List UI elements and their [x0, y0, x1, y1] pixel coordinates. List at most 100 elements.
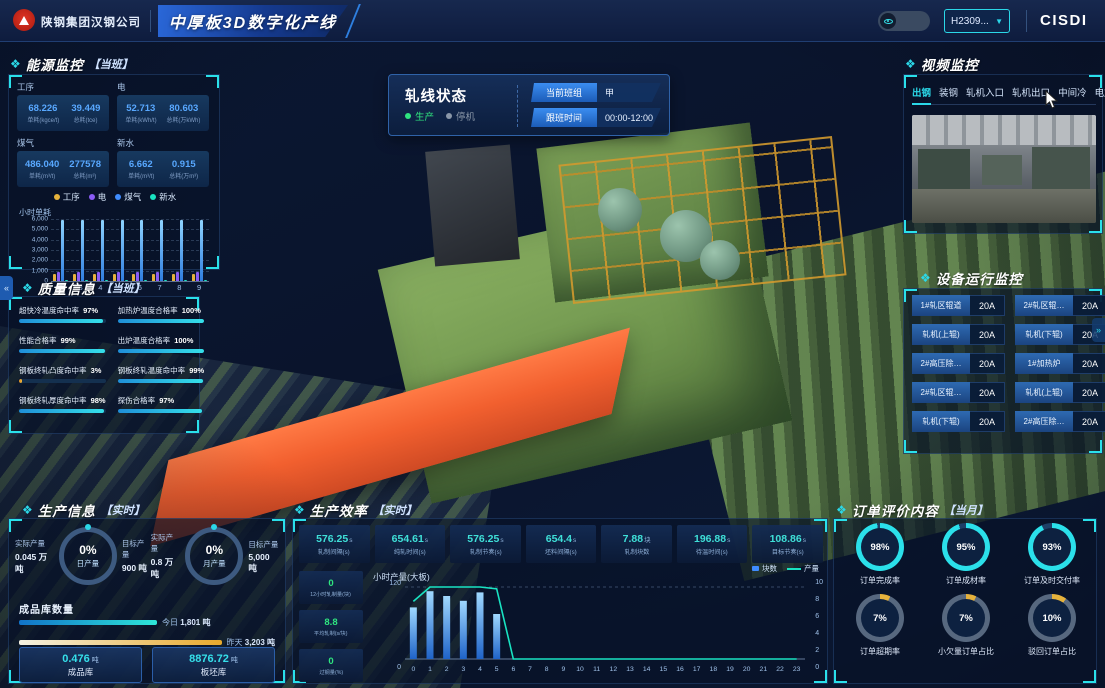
- hourly-bar: [460, 601, 467, 659]
- progress-track: [19, 349, 106, 353]
- energy-value-label: 单耗(kWh/t): [125, 114, 156, 123]
- x-tick-label: 9: [197, 283, 201, 292]
- device-rows: 1#轧区辊道20A2#轧区辊…20A轧机(上辊)20A轧机(下辊)20A2#高压…: [912, 295, 1105, 432]
- device-label: 轧机(下辊): [1015, 324, 1073, 345]
- video-feed-content: [1032, 147, 1090, 193]
- bar: [172, 274, 175, 281]
- stock-cards: 0.476吨成品库8876.72吨板坯库: [19, 647, 275, 683]
- hourly-production-chart: 01234567891011121314151617181920212223: [405, 581, 805, 678]
- bar-legend-icon: [752, 566, 759, 571]
- order-gauge-ring: 7%: [942, 594, 990, 642]
- energy-value-label: 总耗(万m³): [169, 170, 198, 179]
- svg-text:14: 14: [643, 666, 651, 673]
- visibility-toggle[interactable]: [878, 11, 930, 31]
- right-axis-tick: 8: [815, 596, 823, 603]
- svg-text:19: 19: [726, 666, 734, 673]
- stat-value: 7.88块: [623, 533, 651, 545]
- order-gauge-label: 订单完成率: [860, 575, 900, 586]
- panel-collapse-handle-left[interactable]: «: [0, 276, 13, 300]
- progress-fill: [118, 319, 205, 323]
- y-tick-label: 5,000: [32, 226, 48, 233]
- bar: [140, 220, 143, 281]
- diamond-icon: ❖: [905, 58, 916, 70]
- right-axis-tick: 4: [815, 630, 823, 637]
- progress-fill: [19, 409, 104, 413]
- hourly-line: [413, 587, 796, 659]
- device-value: 20A: [970, 411, 1005, 432]
- quality-label: 出炉温度合格率 100%: [118, 335, 205, 346]
- order-gauge-value: 7%: [942, 594, 990, 642]
- svg-text:8: 8: [545, 666, 549, 673]
- video-feed[interactable]: [912, 115, 1096, 223]
- order-gauge: 98%订单完成率: [840, 523, 920, 586]
- stat-unit: s: [573, 537, 576, 544]
- efficiency-side-card: 0过钢量(%): [299, 649, 363, 682]
- progress-track: [118, 319, 205, 323]
- video-feed-content: [912, 115, 1096, 145]
- hourly-chart-left-axis: 120 0: [381, 583, 401, 669]
- gauge-right-text: 目标产量900 吨: [122, 538, 151, 574]
- gauge-left-label: 实际产量: [15, 538, 54, 549]
- bar: [164, 280, 167, 281]
- side-stat-value: 0: [328, 578, 333, 589]
- progress-track: [19, 319, 106, 323]
- energy-value: 39.449: [71, 103, 100, 114]
- video-tab-4[interactable]: 中间冷: [1058, 85, 1087, 99]
- svg-text:2: 2: [445, 666, 449, 673]
- stock-card: 8876.72吨板坯库: [152, 647, 275, 683]
- order-gauge-ring: 95%: [942, 523, 990, 571]
- bar: [81, 220, 84, 281]
- diamond-icon: ❖: [920, 272, 931, 284]
- device-value: 20A: [1073, 353, 1105, 374]
- energy-value: 6.662: [127, 159, 156, 170]
- stock-bar-value: 1,801 吨: [180, 618, 210, 627]
- video-panel: 出钢装钢轧机入口轧机出口中间冷电加热: [903, 74, 1103, 234]
- energy-card-values: 68.226单耗(kgce/t)39.449总耗(tce): [17, 95, 109, 131]
- svg-text:1: 1: [428, 666, 432, 673]
- y-tick-label: 4,000: [32, 236, 48, 243]
- video-tab-3[interactable]: 轧机出口: [1012, 85, 1050, 99]
- energy-value-label: 总耗(万kWh): [167, 114, 201, 123]
- y-tick-label: 3,000: [32, 247, 48, 254]
- gauge-name: 月产量: [203, 558, 226, 569]
- legend-item: 新水: [150, 191, 176, 203]
- status-badge: 跟班时间00:00-12:00: [531, 108, 661, 127]
- video-tab-5[interactable]: 电加热: [1095, 85, 1105, 99]
- gauge-left-text: 实际产量0.8 万吨: [151, 532, 181, 580]
- energy-value: 277578: [69, 159, 101, 170]
- energy-value: 0.915: [168, 159, 199, 170]
- quality-value: 3%: [89, 366, 102, 375]
- right-axis-tick: 2: [815, 647, 823, 654]
- stock-card-label: 板坯库: [201, 666, 227, 678]
- orders-panel: 98%订单完成率95%订单成材率93%订单及时交付率7%订单超期率7%小欠量订单…: [833, 518, 1097, 684]
- energy-value-cell: 486.040单耗(m³/t): [25, 159, 59, 180]
- legend-dot: [115, 194, 121, 200]
- line-status-badges: 当前班组甲跟班时间00:00-12:00: [531, 83, 661, 127]
- device-label: 2#轧区辊…: [912, 382, 970, 403]
- svg-text:4: 4: [478, 666, 482, 673]
- bar: [192, 274, 195, 281]
- video-feed-content: [912, 189, 1096, 223]
- video-tab-0[interactable]: 出钢: [912, 85, 931, 99]
- hourly-bar: [493, 614, 500, 659]
- hourly-chart-legend: 块数 产量: [752, 563, 819, 574]
- video-tab-bar: 出钢装钢轧机入口轧机出口中间冷电加热: [912, 85, 1096, 105]
- gauge-center: 0%月产量: [190, 532, 238, 580]
- panel-collapse-handle-right[interactable]: »: [1092, 318, 1105, 342]
- video-tab-2[interactable]: 轧机入口: [966, 85, 1004, 99]
- status-label: 停机: [456, 109, 475, 123]
- device-cell: 2#轧区辊…20A: [1015, 295, 1105, 316]
- legend-item: 工序: [54, 191, 80, 203]
- gauge-right-label: 目标产量: [248, 539, 279, 550]
- progress-track: [118, 349, 205, 353]
- quality-item: 加热炉温度合格率 100%: [118, 305, 205, 323]
- diamond-icon: ❖: [294, 504, 305, 516]
- video-tab-1[interactable]: 装钢: [939, 85, 958, 99]
- device-select-dropdown[interactable]: H2309... ▼: [944, 9, 1010, 33]
- progress-track: [19, 409, 106, 413]
- progress-track: [118, 409, 205, 413]
- svg-text:18: 18: [710, 666, 718, 673]
- legend-line-series: 产量: [787, 563, 819, 574]
- quality-label: 探伤合格率 97%: [118, 395, 205, 406]
- line-status-panel: 轧线状态 生产停机 当前班组甲跟班时间00:00-12:00: [388, 74, 670, 136]
